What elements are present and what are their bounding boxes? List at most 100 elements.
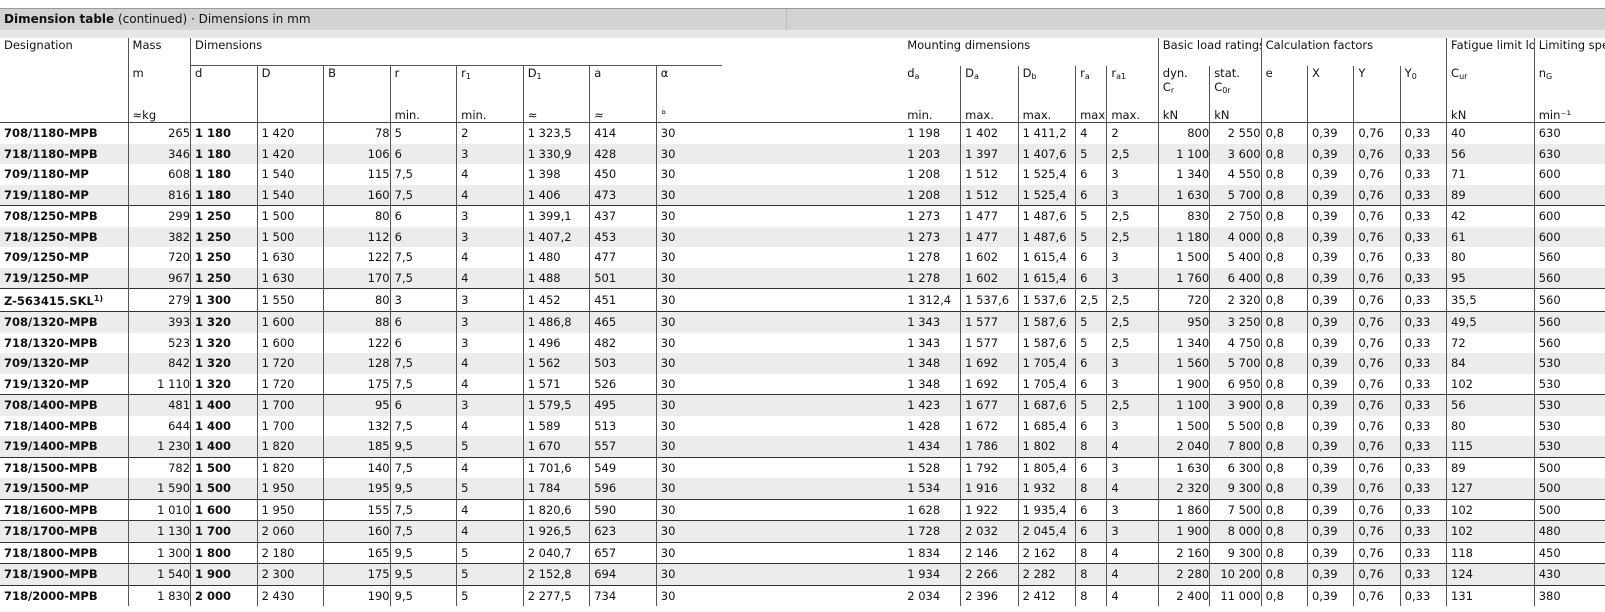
header-mounting: Mounting dimensions	[907, 38, 1031, 52]
cell-ra1: 2,5	[1106, 226, 1159, 247]
cell-B: 80	[323, 288, 391, 312]
cell-ra: 2,5	[1075, 288, 1107, 312]
cell-Db: 1 587,6	[1017, 311, 1076, 333]
unit-Cr: kN	[1157, 108, 1210, 123]
cell-Cr: 1 760	[1157, 267, 1210, 289]
cell-Da: 1 916	[960, 478, 1019, 499]
cell-C0r: 2 750	[1209, 205, 1262, 227]
cell-e: 0,8	[1260, 205, 1308, 227]
cell-Y0: 0,33	[1399, 478, 1447, 499]
cell-mass: 842	[127, 353, 191, 374]
cell-C0r: 5 700	[1209, 353, 1262, 374]
cell-Cr: 1 340	[1157, 332, 1210, 353]
cell-C0r: 6 400	[1209, 267, 1262, 289]
cell-C0r: 9 300	[1209, 541, 1262, 564]
cell-a: 495	[589, 394, 657, 416]
cell-spacer	[721, 584, 904, 606]
cell-designation: 708/1250-MPB	[0, 205, 129, 227]
cell-C0r: 3 900	[1209, 394, 1262, 416]
table-row: 718/1320-MPB 523 1 320 1 600 122 6 3 1 496 482 30…	[0, 332, 1605, 353]
cell-ra1: 2,5	[1106, 143, 1159, 164]
cell-da: 1 434	[903, 436, 961, 457]
table-body: 708/1180-MPB 265 1 180 1 420 78 5 2 1 323,5 414 3…	[0, 122, 1605, 606]
cell-r: 6	[389, 226, 457, 247]
cell-Db: 1 805,4	[1017, 456, 1076, 478]
cell-ra1: 4	[1106, 478, 1159, 499]
cell-Y: 0,76	[1353, 415, 1401, 436]
cell-Da: 1 677	[960, 394, 1019, 416]
cell-Db: 1 587,6	[1017, 332, 1076, 353]
cell-Y: 0,76	[1353, 394, 1401, 416]
cell-r: 5	[389, 122, 457, 144]
cell-Cur: 56	[1446, 394, 1535, 416]
cell-B: 185	[323, 436, 391, 457]
table-row: 708/1320-MPB 393 1 320 1 600 88 6 3 1 486,8 465 3…	[0, 311, 1605, 333]
cell-ra: 8	[1075, 563, 1107, 585]
cell-ra1: 4	[1106, 584, 1159, 606]
cell-Cr: 1 860	[1157, 498, 1210, 521]
sym-ra1: ra1	[1106, 65, 1159, 108]
cell-designation: 709/1320-MP	[0, 353, 129, 374]
cell-spacer	[722, 164, 903, 185]
cell-Y: 0,76	[1353, 288, 1401, 312]
cell-nG: 600	[1533, 226, 1605, 247]
cell-designation: 709/1180-MP	[4, 167, 89, 182]
cell-ra: 4	[1075, 122, 1107, 144]
cell-r1: 3	[456, 143, 524, 164]
table-row: 709/1320-MP 842 1 320 1 720 128 7,5 4 1 562 503 3…	[0, 353, 1605, 374]
cell-r1: 3	[456, 394, 524, 416]
cell-ra: 6	[1075, 184, 1107, 206]
cell-ra1: 3	[1106, 456, 1159, 478]
sym-Da: Da	[960, 65, 1019, 108]
cell-C0r: 10 200	[1209, 563, 1262, 585]
cell-Cr: 1 900	[1157, 520, 1210, 542]
sym-Cr-main: C	[1162, 80, 1171, 94]
header-basic-load: Basic load ratings	[1157, 38, 1262, 66]
sym-da-sub: a	[914, 72, 920, 81]
cell-Cr: 1 340	[1157, 164, 1210, 185]
cell-D1: 1 330,9	[522, 143, 590, 164]
cell-Y: 0,76	[1353, 143, 1401, 164]
cell-B: 170	[323, 267, 391, 289]
cell-ra: 5	[1075, 205, 1107, 227]
cell-alpha: 30	[655, 205, 722, 227]
cell-r: 7,5	[389, 415, 457, 436]
cell-Y0: 0,33	[1399, 226, 1447, 247]
cell-spacer	[721, 541, 904, 564]
cell-da: 1 278	[903, 267, 961, 289]
cell-Da: 1 512	[960, 164, 1019, 185]
table-row: Z-563415.SKL1) 279 1 300 1 550 80 3 3 1 452 451 3…	[0, 288, 1605, 312]
cell-ra: 6	[1075, 456, 1107, 478]
cell-Cur: 35,5	[1446, 288, 1535, 312]
cell-ra1: 2,5	[1106, 394, 1159, 416]
cell-Y: 0,76	[1353, 122, 1401, 144]
dimension-table-page: Dimension table (continued) · Dimensions…	[0, 0, 1605, 612]
cell-a: 482	[589, 332, 657, 353]
cell-d: 1 180	[190, 184, 258, 206]
cell-a: 623	[589, 520, 657, 542]
cell-alpha: 30	[655, 184, 722, 206]
cell-nG: 380	[1533, 584, 1605, 606]
cell-r1: 4	[456, 373, 524, 395]
cell-Cur: 115	[1446, 436, 1535, 457]
cell-C0r: 6 300	[1209, 456, 1262, 478]
cell-mass: 967	[127, 267, 191, 289]
sym-spacer	[721, 65, 904, 108]
cell-r: 3	[389, 288, 457, 312]
sym-e: e	[1260, 65, 1308, 108]
cell-D-outer: 1 700	[256, 394, 324, 416]
cell-Da: 1 672	[960, 415, 1019, 436]
sym-da-main: d	[907, 66, 915, 80]
sym-C0r-main: C	[1214, 80, 1223, 94]
cell-D1: 2 152,8	[522, 563, 590, 585]
cell-r1: 4	[456, 267, 524, 289]
cell-Cur: 72	[1446, 332, 1535, 353]
cell-ra: 5	[1075, 226, 1107, 247]
header-dimensions: Dimensions	[190, 38, 722, 66]
cell-a: 473	[589, 184, 657, 206]
sym-ra-sub: a	[1084, 72, 1090, 81]
cell-e: 0,8	[1260, 478, 1308, 499]
cell-Da: 1 692	[960, 353, 1019, 374]
cell-ra1: 2,5	[1106, 288, 1159, 312]
cell-Y0: 0,33	[1399, 415, 1447, 436]
